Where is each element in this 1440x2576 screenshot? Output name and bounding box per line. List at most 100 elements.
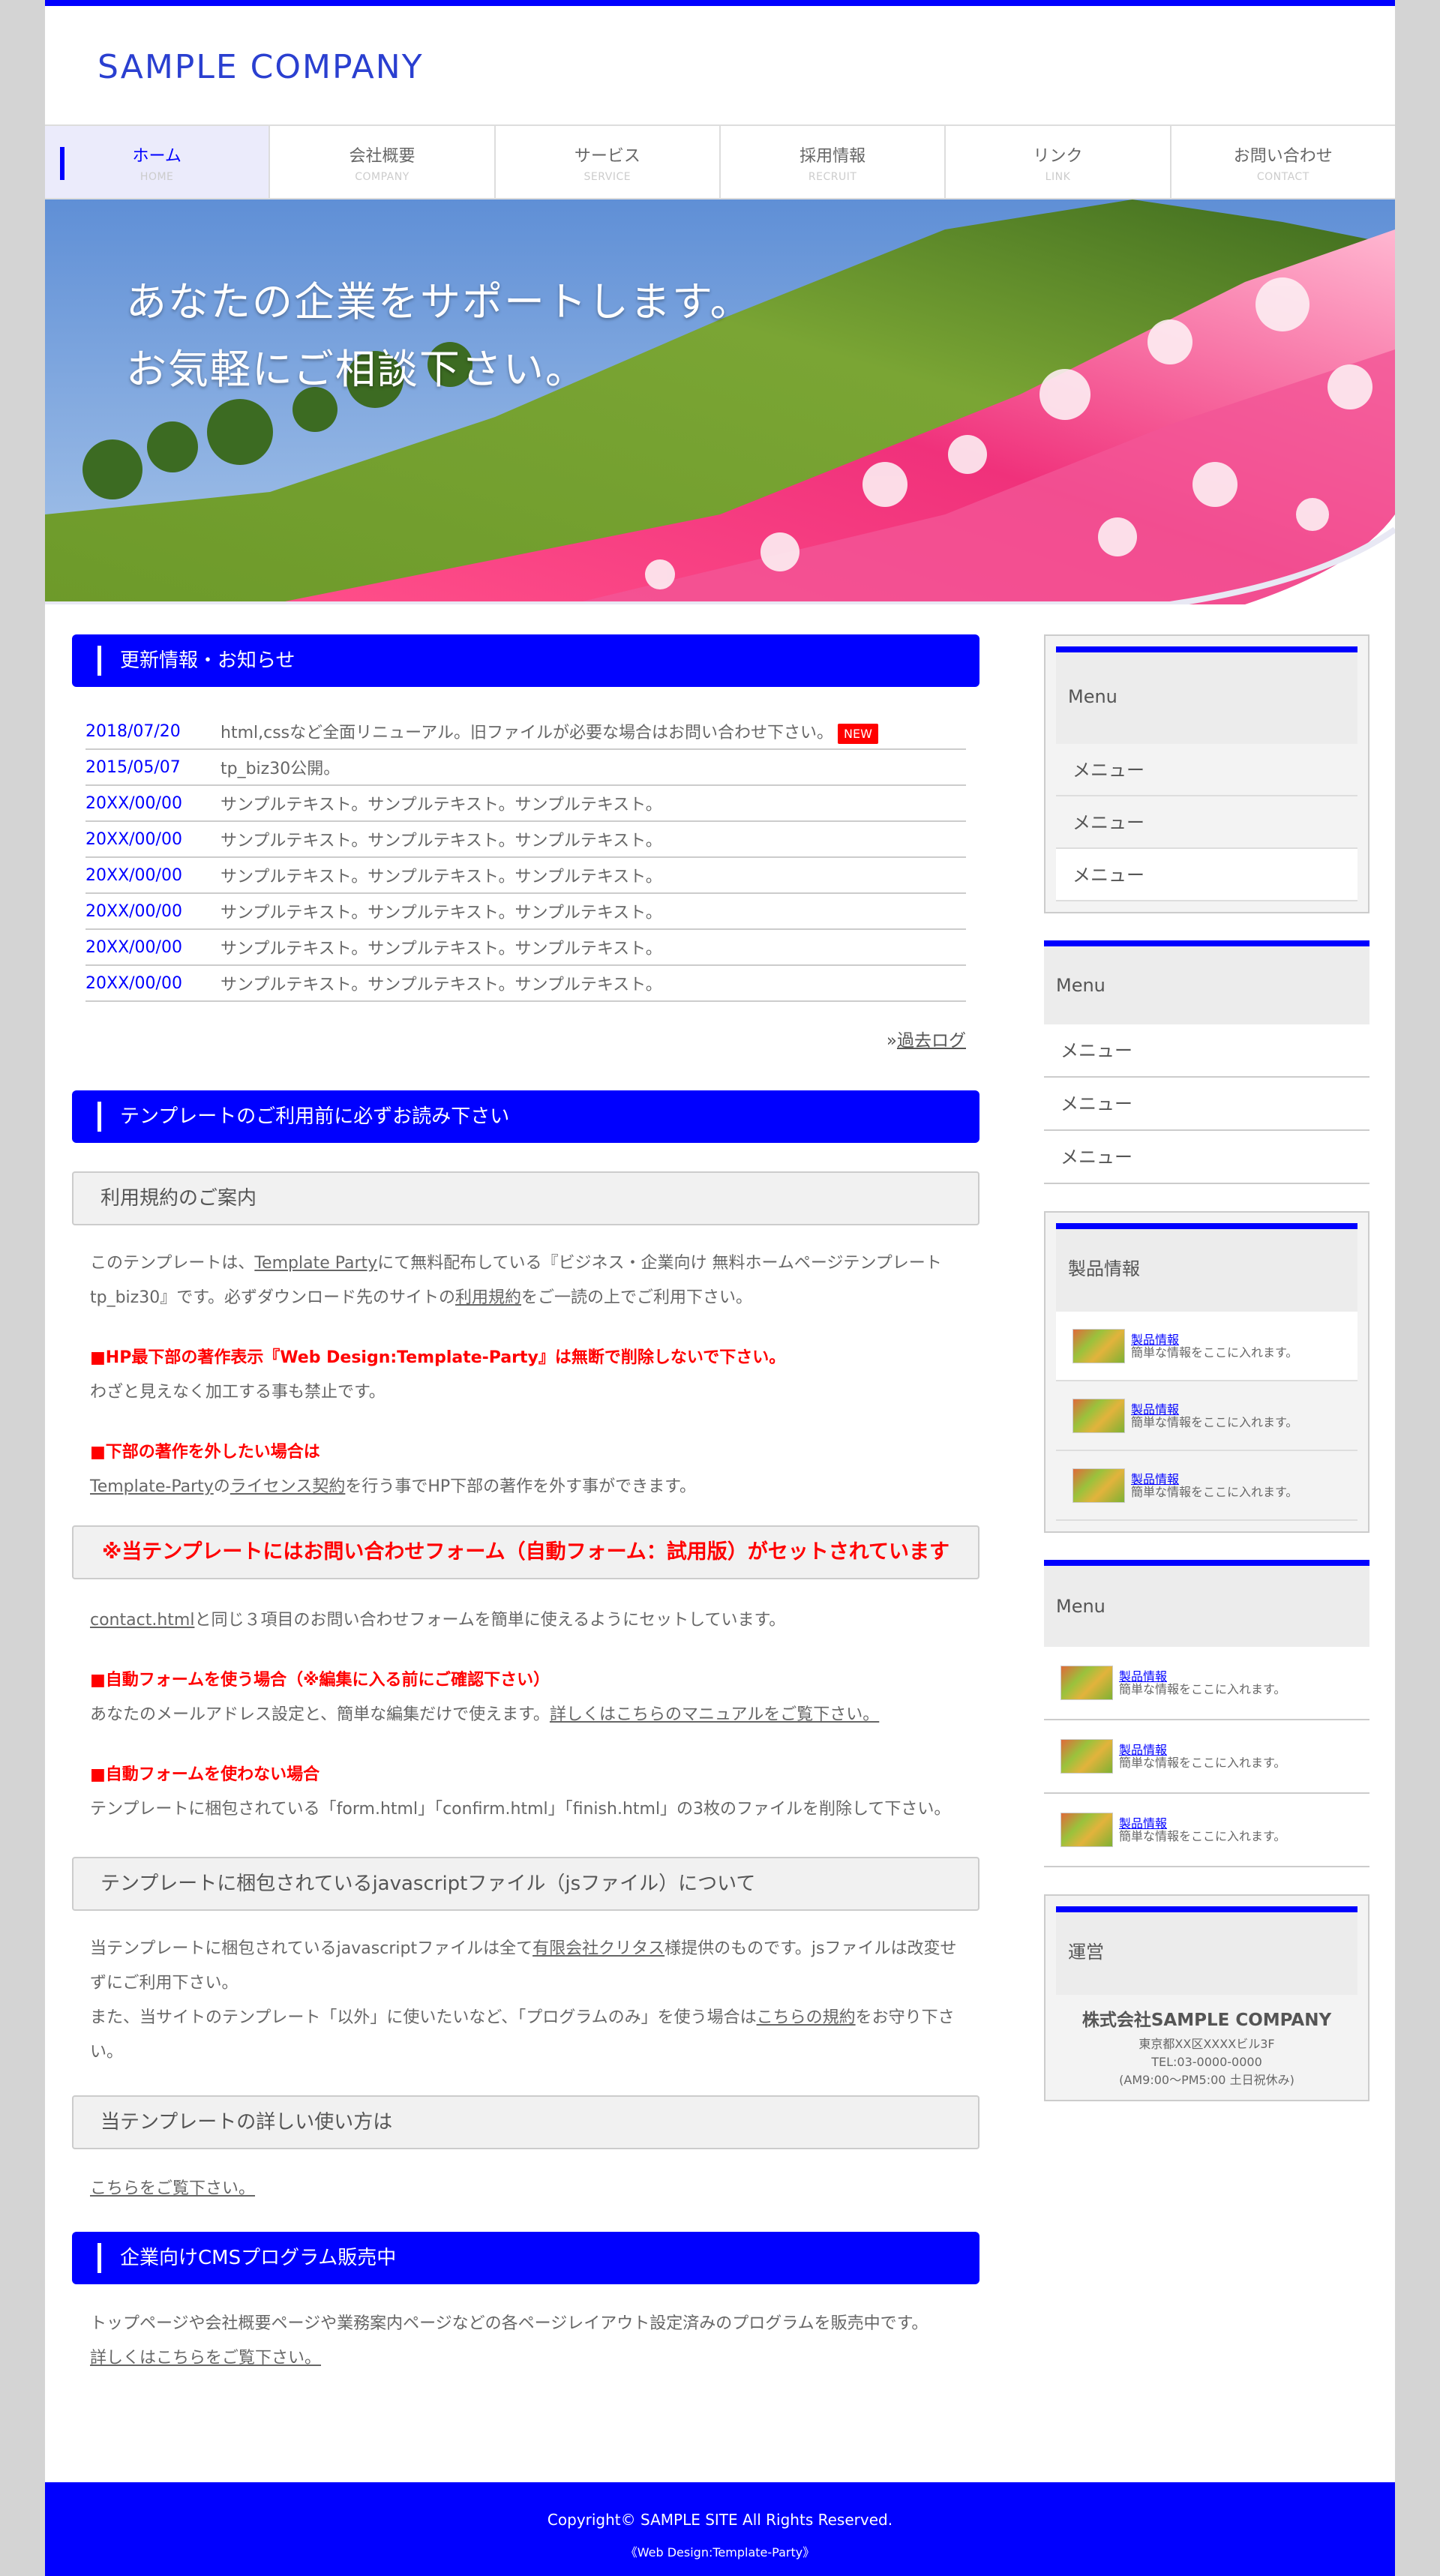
news-row: 20XX/00/00 サンプルテキスト。サンプルテキスト。サンプルテキスト。: [86, 822, 966, 858]
product-item[interactable]: 製品情報 簡単な情報をここに入れます。: [1056, 1381, 1358, 1451]
news-date: 20XX/00/00: [86, 793, 182, 813]
news-row: 20XX/00/00 サンプルテキスト。サンプルテキスト。サンプルテキスト。: [86, 930, 966, 966]
product-name[interactable]: 製品情報: [1131, 1473, 1298, 1486]
header: SAMPLE COMPANY: [45, 6, 1395, 118]
nav-sub-label: HOME: [140, 171, 174, 183]
sidebar-menu-box: Menu メニュー メニュー メニュー: [1044, 634, 1370, 913]
product-thumbnail: [1072, 1328, 1125, 1363]
nav-sub-label: COMPANY: [355, 171, 410, 183]
news-row: 2015/05/07 tp_biz30公開。: [86, 750, 966, 786]
operator-info: 東京都XX区XXXXビル3F TEL:03-0000-0000 (AM9:00〜…: [1056, 2035, 1358, 2089]
news-row: 20XX/00/00 サンプルテキスト。サンプルテキスト。サンプルテキスト。: [86, 966, 966, 1002]
howto-link[interactable]: こちらをご覧下さい。: [90, 2179, 255, 2198]
howto-heading: 当テンプレートの詳しい使い方は: [72, 2095, 980, 2149]
sidebar-products-title: 製品情報: [1056, 1223, 1358, 1312]
sidebar-menu-item[interactable]: メニュー: [1044, 1024, 1370, 1078]
news-list: 2018/07/20 html,cssなど全面リニューアル。旧ファイルが必要な場合…: [86, 714, 966, 1051]
product-item[interactable]: 製品情報 簡単な情報をここに入れます。: [1056, 1312, 1358, 1381]
terms-link[interactable]: 利用規約: [455, 1288, 521, 1307]
form-paragraph: contact.htmlと同じ３項目のお問い合わせフォームを簡単に使えるようにセ…: [72, 1603, 980, 1638]
nav-label: サービス: [574, 147, 640, 166]
news-row: 2018/07/20 html,cssなど全面リニューアル。旧ファイルが必要な場合…: [86, 714, 966, 750]
nav-item-recruit[interactable]: 採用情報 RECRUIT: [718, 126, 945, 198]
text: と同じ３項目のお問い合わせフォームを簡単に使えるようにセットしています。: [194, 1611, 786, 1630]
product-item[interactable]: 製品情報 簡単な情報をここに入れます。: [1056, 1451, 1358, 1521]
js-paragraph-1: 当テンプレートに梱包されているjavascriptファイルは全て有限会社クリタス…: [72, 1932, 980, 2001]
template-party-link[interactable]: Template Party: [254, 1254, 377, 1273]
nav-item-company[interactable]: 会社概要 COMPANY: [268, 126, 494, 198]
product-thumbnail: [1072, 1468, 1125, 1503]
nav-sub-label: RECRUIT: [808, 171, 857, 183]
js-heading: テンプレートに梱包されているjavascriptファイル（jsファイル）について: [72, 1857, 980, 1911]
nav-item-link[interactable]: リンク LINK: [944, 126, 1170, 198]
product-desc: 簡単な情報をここに入れます。: [1131, 1414, 1298, 1429]
news-text: tp_biz30公開。: [220, 760, 340, 778]
hero-line-1: あなたの企業をサポートします。: [126, 278, 752, 325]
nav-label: お問い合わせ: [1233, 147, 1333, 166]
new-badge: NEW: [838, 724, 878, 744]
product-text: 製品情報 簡単な情報をここに入れます。: [1131, 1403, 1298, 1429]
product-item[interactable]: 製品情報 簡単な情報をここに入れます。: [1044, 1720, 1370, 1794]
template-notice-heading: テンプレートのご利用前に必ずお読み下さい: [72, 1090, 980, 1143]
global-nav: ホーム HOME 会社概要 COMPANY サービス SERVICE 採用情報 RECR…: [45, 124, 1395, 199]
product-item[interactable]: 製品情報 簡単な情報をここに入れます。: [1044, 1794, 1370, 1867]
product-thumbnail: [1072, 1398, 1125, 1433]
cms-paragraph: トップページや会社概要ページや業務案内ページなどの各ページレイアウト設定済みのプ…: [72, 2307, 980, 2376]
form-unuse-text: テンプレートに梱包されている「form.html」「confirm.html」「…: [90, 1800, 951, 1819]
nav-item-contact[interactable]: お問い合わせ CONTACT: [1169, 126, 1395, 198]
sidebar-products-plain: Menu 製品情報 簡単な情報をここに入れます。 製品情報 簡単な情報をここに入れま…: [1044, 1560, 1370, 1867]
news-row: 20XX/00/00 サンプルテキスト。サンプルテキスト。サンプルテキスト。: [86, 894, 966, 930]
manual-link[interactable]: 詳しくはこちらのマニュアルをご覧下さい。: [550, 1705, 879, 1724]
site-logo[interactable]: SAMPLE COMPANY: [98, 48, 424, 86]
form-unuse-notice: ■自動フォームを使わない場合 テンプレートに梱包されている「form.html」…: [72, 1758, 980, 1827]
cms-link[interactable]: 詳しくはこちらをご覧下さい。: [90, 2349, 321, 2368]
contact-html-link[interactable]: contact.html: [90, 1611, 194, 1630]
template-party-link[interactable]: Template-Party: [90, 1477, 214, 1496]
form-use-heading: ■自動フォームを使う場合（※編集に入る前にご確認下さい）: [90, 1671, 550, 1690]
kuritas-link[interactable]: 有限会社クリタス: [532, 1939, 664, 1958]
news-text: サンプルテキスト。サンプルテキスト。サンプルテキスト。: [220, 976, 662, 994]
sidebar-menu-item[interactable]: メニュー: [1044, 1078, 1370, 1131]
text: をご一読の上でご利用下さい。: [521, 1288, 753, 1307]
past-log-link[interactable]: 過去ログ: [897, 1031, 966, 1051]
news-date: 2018/07/20: [86, 721, 181, 741]
sidebar-menu-item[interactable]: メニュー: [1056, 744, 1358, 796]
nav-label: 採用情報: [800, 147, 866, 166]
news-date: 20XX/00/00: [86, 865, 182, 885]
hero-banner: あなたの企業をサポートします。 お気軽にご相談下さい。: [45, 199, 1395, 604]
news-text: html,cssなど全面リニューアル。旧ファイルが必要な場合はお問い合わせ下さい…: [220, 719, 878, 744]
product-thumbnail: [1060, 1813, 1113, 1847]
credit-note: わざと見えなく加工する事も禁止です。: [90, 1383, 386, 1402]
sidebar-menu-item[interactable]: メニュー: [1056, 849, 1358, 901]
product-item[interactable]: 製品情報 簡単な情報をここに入れます。: [1044, 1647, 1370, 1720]
product-name[interactable]: 製品情報: [1119, 1744, 1286, 1756]
footer: Copyright© SAMPLE SITE All Rights Reserv…: [45, 2482, 1395, 2576]
news-text: サンプルテキスト。サンプルテキスト。サンプルテキスト。: [220, 796, 662, 814]
sidebar: Menu メニュー メニュー メニュー Menu メニュー メニュー メニュー …: [1044, 634, 1370, 2101]
license-notice: ■下部の著作を外したい場合は Template-Partyのライセンス契約を行う…: [72, 1435, 980, 1504]
sidebar-menu-item[interactable]: メニュー: [1044, 1131, 1370, 1184]
product-name[interactable]: 製品情報: [1131, 1403, 1298, 1416]
copyright: Copyright© SAMPLE SITE All Rights Reserv…: [547, 2511, 893, 2529]
nav-sub-label: SERVICE: [584, 171, 632, 183]
product-name[interactable]: 製品情報: [1131, 1333, 1298, 1346]
license-link[interactable]: ライセンス契約: [230, 1477, 346, 1496]
form-unuse-heading: ■自動フォームを使わない場合: [90, 1765, 320, 1784]
design-credit[interactable]: 《Web Design:Template-Party》: [45, 2542, 1395, 2560]
news-text: サンプルテキスト。サンプルテキスト。サンプルテキスト。: [220, 940, 662, 958]
sidebar-menu-item[interactable]: メニュー: [1056, 796, 1358, 849]
nav-item-service[interactable]: サービス SERVICE: [494, 126, 719, 198]
product-text: 製品情報 簡単な情報をここに入れます。: [1131, 1333, 1298, 1359]
program-terms-link[interactable]: こちらの規約: [757, 2008, 856, 2027]
product-desc: 簡単な情報をここに入れます。: [1119, 1829, 1286, 1843]
product-desc: 簡単な情報をここに入れます。: [1119, 1682, 1286, 1696]
sidebar-operator-box: 運営 株式会社SAMPLE COMPANY 東京都XX区XXXXビル3F TEL…: [1044, 1894, 1370, 2101]
product-name[interactable]: 製品情報: [1119, 1670, 1286, 1683]
news-text: サンプルテキスト。サンプルテキスト。サンプルテキスト。: [220, 868, 662, 886]
product-name[interactable]: 製品情報: [1119, 1817, 1286, 1830]
news-date: 20XX/00/00: [86, 829, 182, 849]
js-paragraph-2: また、当サイトのテンプレート「以外」に使いたいなど、「プログラムのみ」を使う場合…: [72, 2001, 980, 2070]
nav-item-home[interactable]: ホーム HOME: [45, 126, 269, 198]
credit-notice: ■HP最下部の著作表示『Web Design:Template-Party』は無…: [72, 1341, 980, 1410]
news-date: 20XX/00/00: [86, 901, 182, 921]
